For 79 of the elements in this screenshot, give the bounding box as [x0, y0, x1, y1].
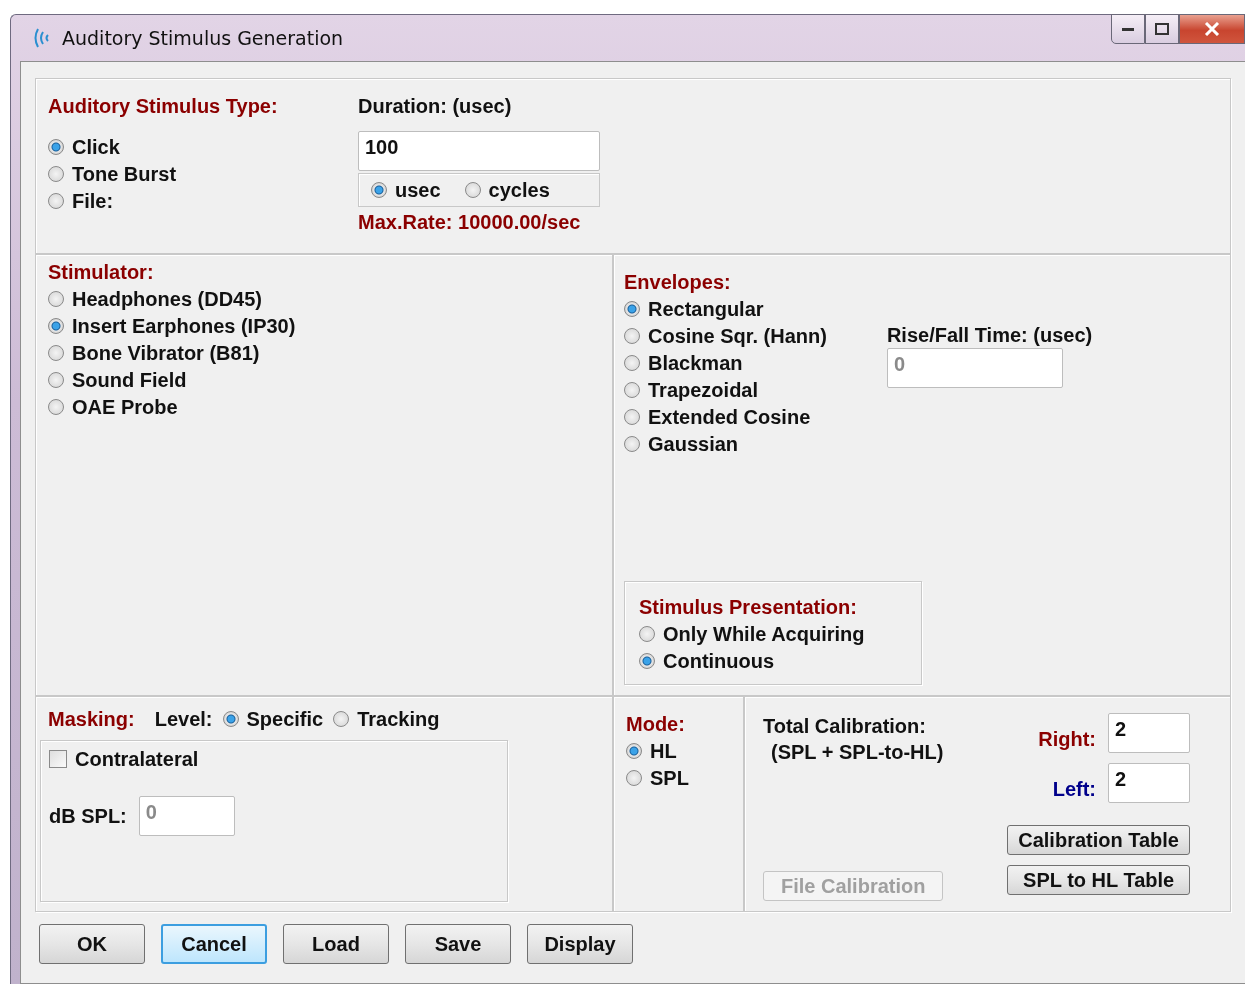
envelope-radio[interactable]: [624, 408, 640, 425]
presentation-radio[interactable]: [639, 625, 655, 642]
stimulator-radio[interactable]: [48, 317, 64, 334]
right-field[interactable]: 2: [1108, 713, 1190, 753]
masking-level-label: Specific: [246, 706, 324, 732]
stimulus-type-radio[interactable]: [48, 165, 64, 182]
unit-radio[interactable]: [371, 182, 387, 198]
mode-label: SPL: [650, 765, 689, 791]
stimulator-label: Bone Vibrator (B81): [72, 340, 260, 366]
sound-wave-icon: [32, 27, 52, 49]
max-rate-text: Max.Rate: 10000.00/sec: [358, 210, 582, 235]
mode-label: HL: [650, 738, 677, 764]
left-label: Left:: [1052, 777, 1096, 802]
stimulator-radio[interactable]: [48, 290, 64, 307]
close-icon: [1204, 22, 1220, 36]
dialog-button[interactable]: Display: [527, 924, 633, 964]
envelope-label: Cosine Sqr. (Hann): [648, 323, 827, 349]
contralateral-label: Contralateral: [75, 746, 199, 772]
rise-fall-label: Rise/Fall Time: (usec): [886, 323, 1093, 348]
stimulus-type-radio[interactable]: [48, 192, 64, 209]
section-heading: Envelopes:: [624, 270, 732, 295]
envelope-label: Gaussian: [648, 431, 739, 457]
presentation-radio[interactable]: [639, 652, 655, 669]
envelope-radio[interactable]: [624, 300, 640, 317]
envelope-label: Blackman: [648, 350, 743, 376]
unit-label: cycles: [488, 178, 550, 203]
duration-field[interactable]: 100: [358, 131, 600, 171]
level-label: Level:: [154, 706, 213, 732]
calibration-label: Total Calibration:: [763, 714, 927, 739]
unit-radio[interactable]: [464, 182, 481, 198]
dialog-button[interactable]: Load: [283, 924, 389, 964]
stimulus-type-label: Tone Burst: [72, 161, 177, 187]
db-spl-label: dB SPL:: [49, 804, 127, 829]
section-heading: Stimulus Presentation:: [639, 595, 858, 620]
calibration-sublabel: (SPL + SPL-to-HL): [770, 740, 944, 765]
stimulus-type-radio[interactable]: [48, 138, 64, 155]
minimize-button[interactable]: [1111, 14, 1145, 44]
envelope-radio[interactable]: [624, 327, 640, 344]
stimulator-label: Insert Earphones (IP30): [72, 313, 296, 339]
maximize-icon: [1155, 23, 1169, 35]
stimulator-label: OAE Probe: [72, 394, 178, 420]
masking-level-label: Tracking: [357, 706, 440, 732]
stimulus-type-label: Click: [72, 134, 120, 160]
close-button[interactable]: [1179, 14, 1245, 44]
stimulator-radio[interactable]: [48, 398, 64, 415]
duration-label: Duration: (usec): [358, 94, 513, 119]
dialog-button[interactable]: OK: [39, 924, 145, 964]
dialog-button[interactable]: Cancel: [161, 924, 267, 964]
presentation-label: Continuous: [663, 648, 775, 674]
envelope-label: Trapezoidal: [648, 377, 759, 403]
envelope-radio[interactable]: [624, 435, 640, 452]
envelope-radio[interactable]: [624, 354, 640, 371]
minimize-icon: [1122, 26, 1134, 32]
dialog-button[interactable]: Save: [405, 924, 511, 964]
unit-label: usec: [395, 178, 441, 203]
section-heading: Auditory Stimulus Type:: [48, 94, 279, 119]
table-button[interactable]: Calibration Table: [1007, 825, 1190, 855]
stimulator-label: Headphones (DD45): [72, 286, 263, 312]
right-label: Right:: [1038, 727, 1096, 752]
mode-radio[interactable]: [626, 769, 642, 786]
envelope-radio[interactable]: [624, 381, 640, 398]
section-heading: Masking:: [48, 706, 135, 732]
envelope-label: Rectangular: [648, 296, 764, 322]
mode-radio[interactable]: [626, 742, 642, 759]
masking-level-radio[interactable]: [333, 710, 350, 727]
contralateral-checkbox[interactable]: [49, 749, 67, 768]
window-title: Auditory Stimulus Generation: [62, 27, 344, 49]
maximize-button[interactable]: [1145, 14, 1179, 44]
stimulator-radio[interactable]: [48, 344, 64, 361]
stimulus-type-label: File:: [72, 188, 114, 214]
envelope-label: Extended Cosine: [648, 404, 811, 430]
stimulator-radio[interactable]: [48, 371, 64, 388]
presentation-label: Only While Acquiring: [663, 621, 865, 647]
masking-level-radio[interactable]: [222, 710, 239, 727]
section-heading: Stimulator:: [48, 260, 155, 285]
section-heading: Mode:: [626, 712, 686, 737]
left-field[interactable]: 2: [1108, 763, 1190, 803]
table-button[interactable]: SPL to HL Table: [1007, 865, 1190, 895]
stimulator-label: Sound Field: [72, 367, 187, 393]
